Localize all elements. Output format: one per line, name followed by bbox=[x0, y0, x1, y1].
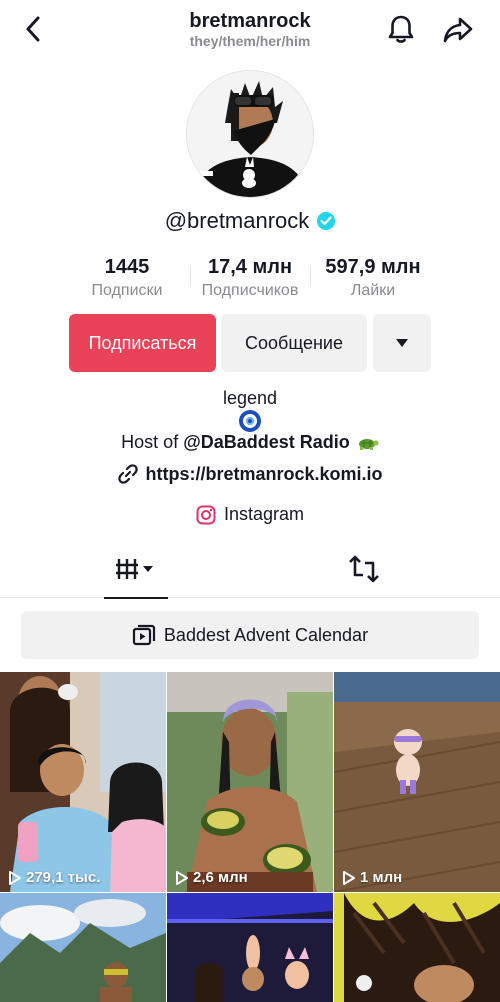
back-button[interactable] bbox=[18, 14, 48, 44]
play-outline-icon bbox=[9, 870, 21, 885]
view-count: 279,1 тыс. bbox=[8, 869, 100, 886]
following-label: Подписки bbox=[91, 282, 163, 299]
view-count-text: 1 млн bbox=[360, 869, 403, 886]
tab-videos[interactable] bbox=[104, 540, 168, 599]
view-count: 2,6 млн bbox=[175, 869, 248, 886]
play-outline-icon bbox=[343, 870, 355, 885]
avatar-image bbox=[187, 71, 313, 197]
website-url: https://bretmanrock.komi.io bbox=[145, 463, 383, 484]
video-thumbnail-image bbox=[0, 672, 166, 892]
view-count: 1 млн bbox=[342, 869, 402, 886]
handle-row: @bretmanrock bbox=[0, 208, 500, 234]
video-thumbnail[interactable] bbox=[0, 893, 166, 1002]
followers-count: 17,4 млн bbox=[207, 256, 293, 278]
play-outline-icon bbox=[176, 870, 188, 885]
profile-handle: @bretmanrock bbox=[164, 208, 310, 233]
follow-button[interactable]: Подписаться bbox=[69, 314, 216, 372]
pronouns: they/them/her/him bbox=[189, 33, 311, 49]
video-thumbnail[interactable] bbox=[334, 893, 500, 1002]
profile-actions: Подписаться Сообщение bbox=[0, 314, 500, 372]
stats-row: 1445 Подписки 17,4 млн Подписчиков 597,9… bbox=[0, 254, 500, 306]
video-thumbnail[interactable]: 1 млн bbox=[334, 672, 500, 892]
video-thumbnail-image bbox=[167, 893, 333, 1002]
view-count-text: 2,6 млн bbox=[193, 869, 248, 886]
bio-host-line: Host of @DaBaddest Radio bbox=[0, 432, 500, 453]
video-thumbnail[interactable]: 279,1 тыс. bbox=[0, 672, 166, 892]
repost-icon bbox=[349, 555, 379, 583]
video-thumbnail-image bbox=[334, 893, 500, 1002]
host-prefix: Host of bbox=[121, 432, 179, 452]
stat-divider bbox=[190, 266, 191, 286]
bio-text: legend bbox=[222, 388, 278, 408]
videos-grid-icon bbox=[116, 559, 153, 579]
stat-likes[interactable]: 597,9 млн Лайки bbox=[312, 254, 434, 302]
following-count: 1445 bbox=[104, 256, 150, 278]
video-thumbnail[interactable] bbox=[167, 893, 333, 1002]
tab-reposts[interactable] bbox=[332, 540, 396, 598]
host-mention-link[interactable]: @DaBaddest Radio bbox=[183, 432, 350, 452]
video-grid: 279,1 тыс. 2,6 млн 1 млн bbox=[0, 672, 500, 1002]
evil-eye-emoji-icon bbox=[239, 410, 261, 432]
more-options-button[interactable] bbox=[373, 314, 431, 372]
video-thumbnail[interactable]: 2,6 млн bbox=[167, 672, 333, 892]
playlist-label: Baddest Advent Calendar bbox=[163, 624, 369, 645]
video-thumbnail-image bbox=[167, 672, 333, 892]
page-title: bretmanrock bbox=[189, 10, 311, 32]
video-thumbnail-image bbox=[334, 672, 500, 892]
turtle-emoji-icon bbox=[358, 439, 379, 451]
avatar[interactable] bbox=[186, 70, 314, 198]
likes-count: 597,9 млн bbox=[325, 256, 421, 278]
instagram-label: Instagram bbox=[223, 504, 305, 524]
caret-down-icon bbox=[396, 339, 408, 347]
stat-followers[interactable]: 17,4 млн Подписчиков bbox=[192, 254, 308, 302]
share-button[interactable] bbox=[440, 12, 476, 48]
top-bar: bretmanrock they/them/her/him bbox=[0, 0, 500, 56]
notifications-button[interactable] bbox=[384, 12, 418, 46]
content-tabs bbox=[0, 540, 500, 599]
instagram-link[interactable]: Instagram bbox=[0, 504, 500, 525]
chevron-left-icon bbox=[26, 16, 40, 42]
website-link[interactable]: https://bretmanrock.komi.io bbox=[0, 463, 500, 485]
message-button[interactable]: Сообщение bbox=[221, 314, 367, 372]
bell-icon bbox=[388, 15, 414, 43]
video-thumbnail-image bbox=[0, 893, 166, 1002]
playlist-button[interactable]: Baddest Advent Calendar bbox=[21, 611, 479, 659]
title-block: bretmanrock they/them/her/him bbox=[100, 9, 400, 49]
likes-label: Лайки bbox=[350, 282, 396, 299]
followers-label: Подписчиков bbox=[201, 282, 299, 299]
link-icon bbox=[118, 464, 139, 484]
instagram-icon bbox=[196, 505, 216, 524]
stat-following[interactable]: 1445 Подписки bbox=[78, 254, 176, 302]
bio: legend bbox=[0, 386, 500, 432]
stat-divider bbox=[310, 266, 311, 286]
verified-badge-icon bbox=[317, 212, 336, 230]
playlist-icon bbox=[132, 624, 156, 646]
share-arrow-icon bbox=[443, 17, 473, 43]
view-count-text: 279,1 тыс. bbox=[26, 869, 101, 886]
